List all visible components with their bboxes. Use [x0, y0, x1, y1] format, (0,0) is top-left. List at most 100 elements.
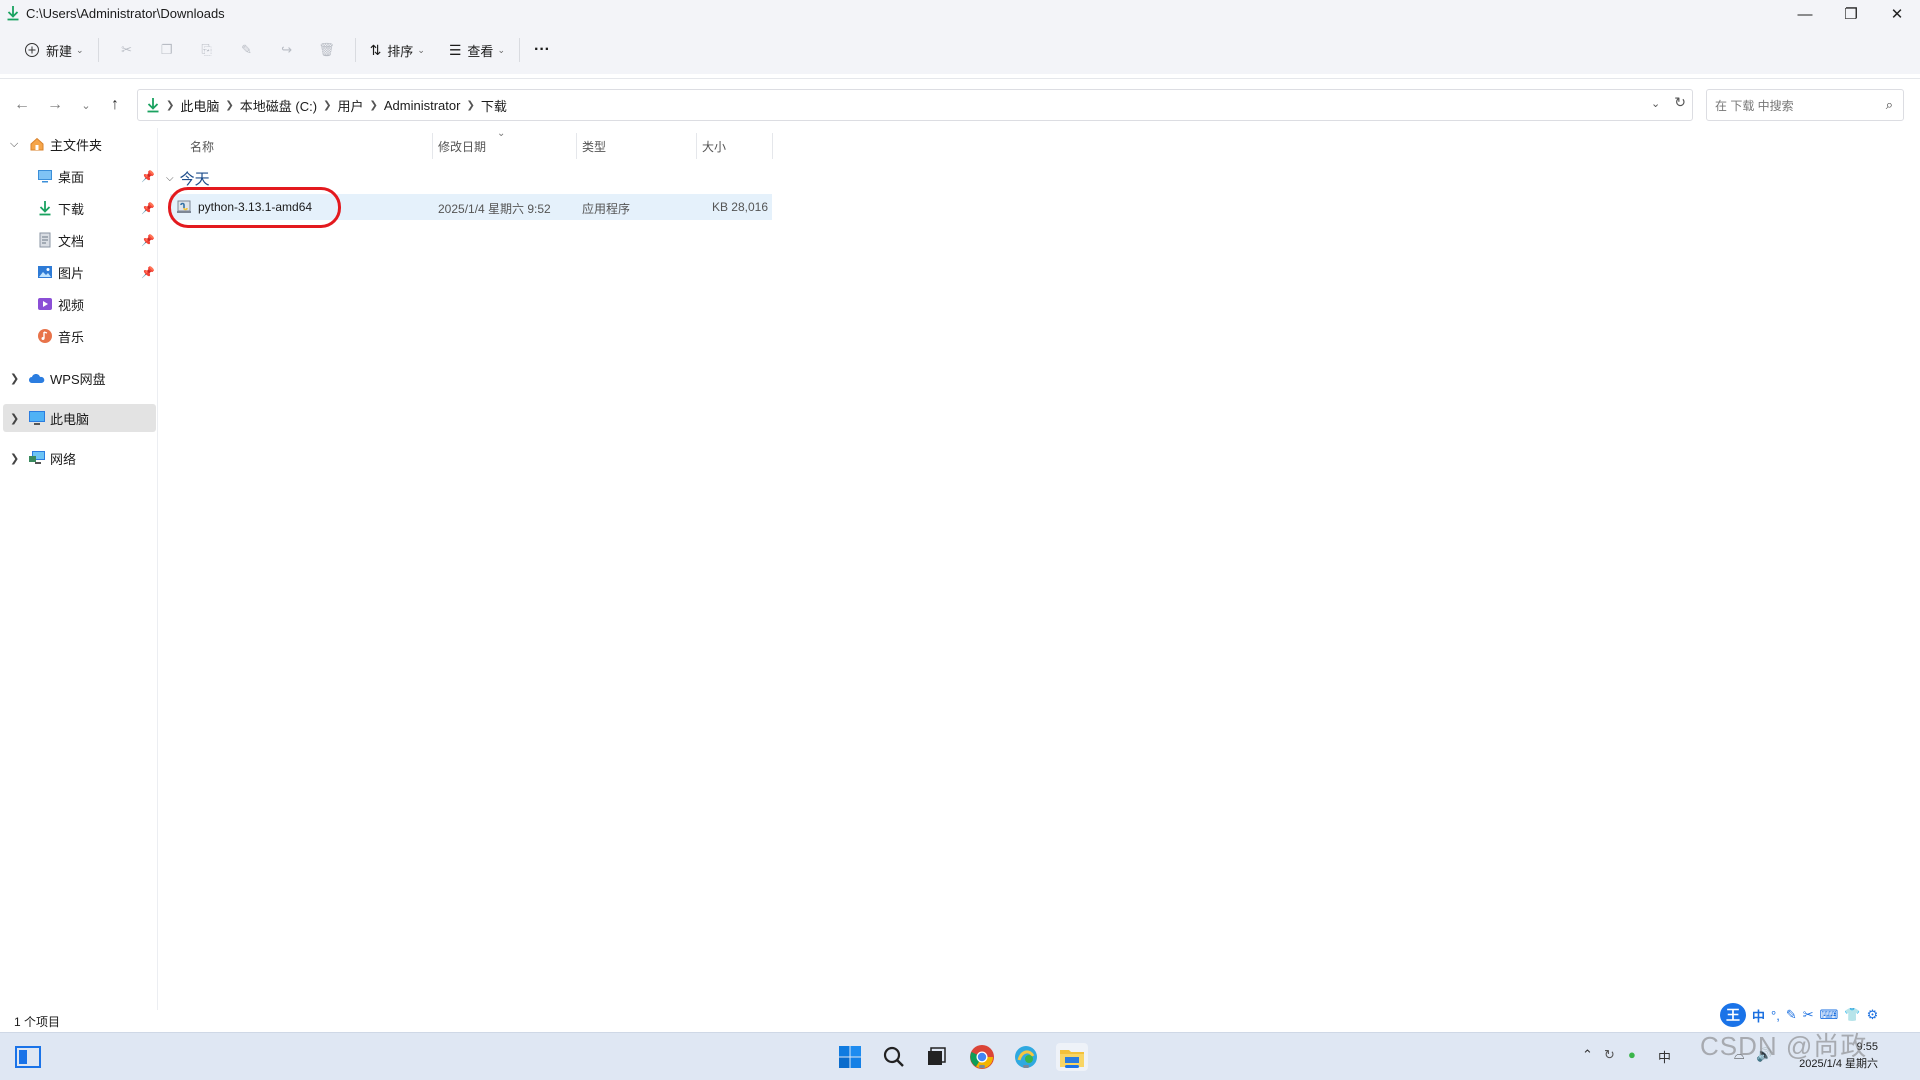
sidebar-item-label: 文档: [58, 233, 85, 249]
ime-handwrite-icon[interactable]: ✎: [1786, 1007, 1797, 1023]
toolbar-divider: [97, 38, 99, 62]
sidebar-item-network[interactable]: ❯ 网络: [0, 444, 158, 472]
breadcrumb-users[interactable]: 用户: [337, 96, 363, 115]
collapse-icon[interactable]: ⌵: [166, 173, 174, 184]
sync-icon[interactable]: ↻: [1604, 1047, 1615, 1063]
chevron-down-icon: ⌄: [76, 44, 84, 55]
ime-toolbar: 王 中 °, ✎ ✂ ⌨ 👕 ⚙: [1720, 1003, 1878, 1027]
status-item-count: 1 个项目: [14, 1015, 61, 1029]
tray-lang-indicator[interactable]: 中: [1658, 1047, 1671, 1066]
toolbar-divider: [518, 38, 520, 62]
download-folder-icon: [147, 98, 159, 113]
sidebar-item-thispc[interactable]: ❯ 此电脑: [3, 404, 156, 432]
sidebar-item-videos[interactable]: 视频: [0, 290, 158, 318]
share-icon[interactable]: ↪: [267, 33, 307, 67]
new-button[interactable]: 新建 ⌄: [18, 33, 90, 67]
widgets-icon[interactable]: [14, 1043, 42, 1071]
sidebar-wps-label: WPS网盘: [50, 371, 106, 387]
app-icon[interactable]: [1012, 1043, 1040, 1071]
address-actions: ⌄ ↻: [1651, 94, 1686, 111]
sidebar-item-pictures[interactable]: 图片 📌: [0, 258, 158, 286]
chevron-down-icon: ⌄: [497, 44, 505, 55]
address-row: ← → ⌄ ↑ ❯ 此电脑 ❯ 本地磁盘 (C:) ❯ 用户 ❯ Adminis…: [0, 78, 1920, 128]
refresh-icon[interactable]: ↻: [1674, 94, 1686, 111]
sidebar-network-label: 网络: [50, 451, 77, 467]
tray-app-icon[interactable]: ●: [1628, 1047, 1636, 1062]
delete-icon[interactable]: 🗑: [307, 33, 347, 67]
up-button[interactable]: ↑: [103, 95, 127, 115]
sidebar-item-downloads[interactable]: 下载 📌: [0, 194, 158, 222]
toolbar-divider: [354, 38, 356, 62]
sidebar-item-documents[interactable]: 文档 📌: [0, 226, 158, 254]
sidebar-item-desktop[interactable]: 桌面 📌: [0, 162, 158, 190]
more-options-button[interactable]: ···: [528, 33, 556, 67]
file-date: 2025/1/4 星期六 9:52: [438, 202, 551, 216]
ime-scissors-icon[interactable]: ✂: [1803, 1007, 1814, 1023]
expand-down-icon[interactable]: ⌵: [10, 138, 18, 151]
address-history-dropdown[interactable]: ⌄: [1651, 94, 1660, 111]
cut-icon[interactable]: ✂: [107, 33, 147, 67]
breadcrumb-downloads[interactable]: 下载: [481, 96, 507, 115]
address-bar[interactable]: ❯ 此电脑 ❯ 本地磁盘 (C:) ❯ 用户 ❯ Administrator ❯…: [137, 89, 1693, 121]
breadcrumb-administrator[interactable]: Administrator: [384, 98, 461, 113]
expand-right-icon[interactable]: ❯: [10, 412, 19, 425]
column-divider[interactable]: [772, 133, 773, 159]
column-name-label: 名称: [190, 139, 215, 154]
column-header-size[interactable]: 大小: [696, 131, 772, 161]
chevron-right-icon: ❯: [323, 99, 332, 111]
plus-circle-icon: [25, 43, 39, 57]
search-input[interactable]: 在 下载 中搜索 ⌕: [1706, 89, 1904, 121]
sidebar-item-wps[interactable]: ❯ WPS网盘: [0, 364, 158, 392]
ime-punct-icon[interactable]: °,: [1771, 1008, 1780, 1023]
close-button[interactable]: ✕: [1874, 0, 1920, 28]
view-label: 查看: [467, 43, 494, 59]
expand-right-icon[interactable]: ❯: [10, 452, 19, 465]
desktop-icon: [36, 168, 54, 184]
column-header-type[interactable]: 类型: [576, 131, 696, 161]
sort-button[interactable]: ⇅ 排序 ⌄: [364, 33, 431, 67]
ime-skin-icon[interactable]: 👕: [1844, 1007, 1860, 1023]
search-icon[interactable]: ⌕: [1886, 97, 1893, 113]
sidebar-item-label: 音乐: [58, 329, 85, 345]
sidebar-item-music[interactable]: 音乐: [0, 322, 158, 350]
cloud-icon: [28, 370, 46, 386]
pin-icon: 📌: [141, 202, 155, 215]
sidebar-item-label: 图片: [58, 265, 85, 281]
minimize-button[interactable]: ―: [1782, 0, 1828, 28]
ime-settings-icon[interactable]: ⚙: [1867, 1007, 1879, 1023]
window-controls: ― ❐ ✕: [1782, 0, 1920, 28]
ime-lang-toggle[interactable]: 中: [1752, 1006, 1765, 1025]
start-windows-icon[interactable]: [836, 1043, 864, 1071]
group-header-today[interactable]: ⌵ 今天: [166, 168, 210, 189]
file-type: 应用程序: [582, 202, 631, 216]
view-button[interactable]: ☰ 查看 ⌄: [443, 33, 511, 67]
copy-icon[interactable]: ❐: [147, 33, 187, 67]
breadcrumb-thispc[interactable]: 此电脑: [180, 96, 219, 115]
chevron-right-icon: ❯: [369, 99, 378, 111]
task-view-icon[interactable]: [922, 1043, 950, 1071]
file-explorer-icon[interactable]: [1056, 1043, 1088, 1071]
restore-button[interactable]: ❐: [1828, 0, 1874, 28]
search-icon[interactable]: [880, 1043, 908, 1071]
sidebar-item-label: 下载: [58, 201, 85, 217]
show-hidden-icons-icon[interactable]: ⌃: [1582, 1047, 1593, 1063]
back-button[interactable]: ←: [10, 95, 34, 115]
ime-keyboard-icon[interactable]: ⌨: [1820, 1007, 1839, 1023]
file-size: 28,016 KB: [711, 200, 768, 214]
search-placeholder: 在 下载 中搜索: [1715, 98, 1794, 113]
sidebar-item-home[interactable]: ⌵ 主文件夹: [0, 130, 158, 158]
recent-dropdown-button[interactable]: ⌄: [74, 95, 98, 115]
paste-icon[interactable]: ⎘: [187, 33, 227, 67]
network-icon: [28, 450, 46, 466]
forward-button[interactable]: →: [43, 95, 67, 115]
rename-icon[interactable]: ✎: [227, 33, 267, 67]
column-header-name[interactable]: 名称: [160, 131, 432, 161]
sidebar-item-label: 桌面: [58, 169, 85, 185]
breadcrumb-local-disk[interactable]: 本地磁盘 (C:): [240, 96, 317, 115]
command-bar: 新建 ⌄ ✂ ❐ ⎘ ✎ ↪ 🗑 ⇅ 排序 ⌄ ☰ 查看 ⌄ ···: [0, 26, 1920, 74]
ime-logo-icon[interactable]: 王: [1720, 1003, 1746, 1027]
title-bar: C:\Users\Administrator\Downloads ― ❐ ✕: [0, 0, 1920, 26]
expand-right-icon[interactable]: ❯: [10, 372, 19, 385]
chrome-icon[interactable]: [968, 1043, 996, 1071]
music-icon: [36, 328, 54, 344]
